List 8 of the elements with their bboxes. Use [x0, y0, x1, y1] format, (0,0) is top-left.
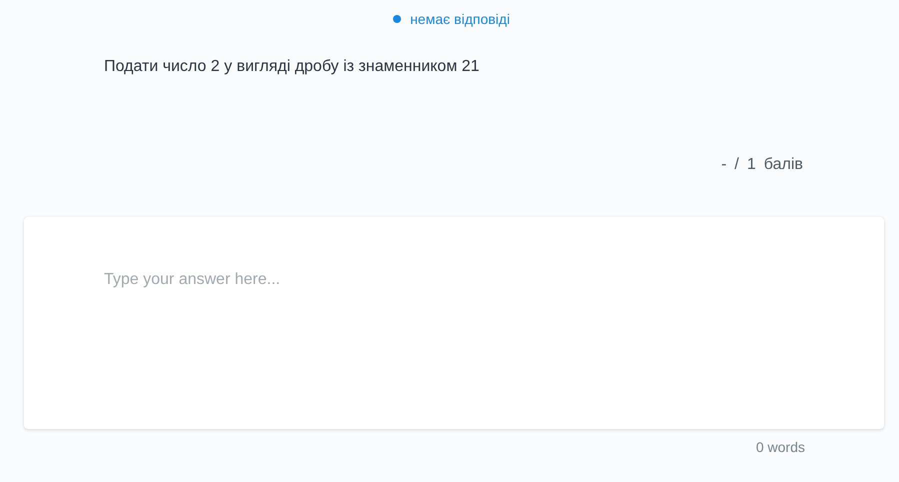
status-label: немає відповіді — [410, 11, 510, 27]
answer-field[interactable]: Type your answer here... — [24, 217, 884, 429]
score-earned: - — [721, 155, 727, 175]
word-count: 0 words — [756, 439, 805, 455]
score-separator: / — [734, 155, 739, 175]
question-text: Подати число 2 у вигляді дробу із знаменником 21 — [104, 57, 480, 77]
score-max: 1 — [747, 155, 756, 175]
score-unit: балів — [764, 155, 803, 175]
